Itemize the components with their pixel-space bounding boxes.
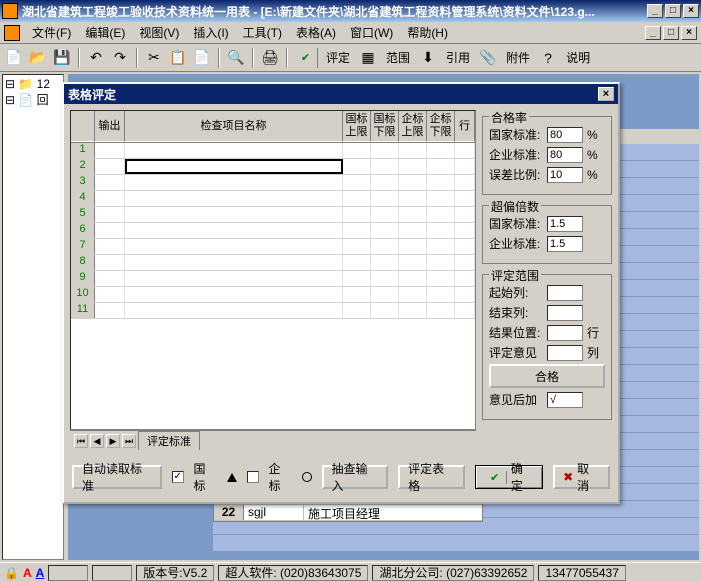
scope-op-input[interactable] [547,345,583,361]
group-passrate: 合格率 国家标准:% 企业标准:% 误差比例:% [482,116,612,195]
menubar: 文件(F) 编辑(E) 视图(V) 插入(I) 工具(T) 表格(A) 窗口(W… [0,22,701,44]
font-icon: A [36,566,45,580]
tb-pingding[interactable]: 评定 [322,49,354,66]
grid-row[interactable]: 10 [71,287,475,303]
status-company2: 湖北分公司: (027)63392652 [372,565,534,581]
find-icon[interactable]: 🔍 [226,48,246,68]
ok-button[interactable]: ✔确定 [475,465,543,489]
check-icon[interactable]: ✔ [294,48,318,68]
undo-icon[interactable]: ↶ [86,48,106,68]
dialog-footer: 自动读取标准 ✓ 国标 企标 抽查输入 评定表格 ✔确定 ✖取消 [64,456,618,502]
menu-file[interactable]: 文件(F) [26,22,77,43]
grid-header: 输出 检查项目名称 国标 上限 国标 下限 企标 上限 企标 下限 行 [71,111,475,143]
print-icon[interactable]: 🖨 [260,48,280,68]
auto-read-button[interactable]: 自动读取标准 [72,465,162,489]
statusbar: 🔒 A A 版本号:V5.2 超人软件: (020)83643075 湖北分公司… [0,562,701,582]
grid-row[interactable]: 8 [71,255,475,271]
menu-table[interactable]: 表格(A) [290,22,342,43]
nav-first-icon[interactable]: ⏮ [74,434,88,448]
menu-edit[interactable]: 编辑(E) [79,22,131,43]
triangle-icon [227,473,237,482]
hege-button[interactable]: 合格 [489,364,605,388]
quote-icon[interactable]: ⬇ [418,48,438,68]
evaluate-grid[interactable]: 输出 检查项目名称 国标 上限 国标 下限 企标 上限 企标 下限 行 1234… [70,110,476,430]
menu-insert[interactable]: 插入(I) [187,22,234,43]
lock-icon: 🔒 [4,566,19,580]
window-title: 湖北省建筑工程竣工验收技术资料统一用表 - [E:\新建文件夹\湖北省建筑工程资… [22,3,647,20]
attach-icon[interactable]: 📎 [478,48,498,68]
grid-row[interactable]: 9 [71,271,475,287]
tree-node[interactable]: ⊟ 📁 12 [5,77,61,91]
dialog-title: 表格评定 [68,86,116,103]
over-guo-input[interactable] [547,216,583,232]
grid-row[interactable]: 4 [71,191,475,207]
copy-icon[interactable]: 📋 [168,48,188,68]
scope-start-input[interactable] [547,285,583,301]
new-icon[interactable]: 📄 [4,48,24,68]
grid-row[interactable]: 6 [71,223,475,239]
tb-shuoming[interactable]: 说明 [562,49,594,66]
minimize-button[interactable]: _ [647,4,663,18]
help-icon[interactable]: ? [538,48,558,68]
save-icon[interactable]: 💾 [52,48,72,68]
font-icon: A [23,566,32,580]
redo-icon[interactable]: ↷ [110,48,130,68]
toolbar: 📄 📂 💾 ↶ ↷ ✂ 📋 📄 🔍 🖨 ✔ 评定 ▦ 范围 ⬇ 引用 📎 附件 … [0,44,701,72]
child-close-button[interactable]: × [681,26,697,40]
tree-node[interactable]: ⊟ 📄 回 [5,91,61,108]
qi-checkbox[interactable] [247,471,259,483]
dialog-close-button[interactable]: × [598,87,614,101]
scope-yj-input[interactable] [547,392,583,408]
scope-res-input[interactable] [547,325,583,341]
app-icon [2,3,18,19]
maximize-button[interactable]: □ [665,4,681,18]
pass-guo-input[interactable] [547,127,583,143]
tb-fanwei[interactable]: 范围 [382,49,414,66]
pass-qi-input[interactable] [547,147,583,163]
tb-yinyong[interactable]: 引用 [442,49,474,66]
tb-fujian[interactable]: 附件 [502,49,534,66]
scope-end-input[interactable] [547,305,583,321]
close-button[interactable]: × [683,4,699,18]
menu-help[interactable]: 帮助(H) [401,22,454,43]
menu-tool[interactable]: 工具(T) [237,22,288,43]
open-icon[interactable]: 📂 [28,48,48,68]
grid-row[interactable]: 3 [71,175,475,191]
grid-row[interactable]: 5 [71,207,475,223]
guo-checkbox[interactable]: ✓ [172,471,184,483]
table-row[interactable]: 22 sgjl 施工项目经理 [214,505,482,521]
tree-panel[interactable]: ⊟ 📁 12 ⊟ 📄 回 [2,74,64,560]
status-version: 版本号:V5.2 [136,565,214,581]
dialog-titlebar: 表格评定 × [64,84,618,104]
nav-next-icon[interactable]: ▶ [106,434,120,448]
cut-icon[interactable]: ✂ [144,48,164,68]
nav-last-icon[interactable]: ⏭ [122,434,136,448]
window-titlebar: 湖北省建筑工程竣工验收技术资料统一用表 - [E:\新建文件夹\湖北省建筑工程资… [0,0,701,22]
group-over: 超偏倍数 国家标准: 企业标准: [482,205,612,264]
pass-wu-input[interactable] [547,167,583,183]
grid-row[interactable]: 1 [71,143,475,159]
cancel-button[interactable]: ✖取消 [553,465,610,489]
group-scope: 评定范围 起始列: 结束列: 结果位置:行 评定意见列 合格 意见后加 [482,274,612,420]
paste-icon[interactable]: 📄 [192,48,212,68]
grid-row[interactable]: 7 [71,239,475,255]
dialog-table-evaluate: 表格评定 × 输出 检查项目名称 国标 上限 国标 下限 企标 上限 企标 下限… [62,82,620,504]
status-company1: 超人软件: (020)83643075 [218,565,368,581]
nav-prev-icon[interactable]: ◀ [90,434,104,448]
child-minimize-button[interactable]: _ [645,26,661,40]
ping-button[interactable]: 评定表格 [398,465,465,489]
range-icon[interactable]: ▦ [358,48,378,68]
grid-row[interactable]: 2 [71,159,475,175]
status-phone: 13477055437 [538,565,625,581]
grid-row[interactable]: 11 [71,303,475,319]
menu-window[interactable]: 窗口(W) [344,22,399,43]
tab-standard[interactable]: 评定标准 [138,431,200,450]
doc-icon [4,25,20,41]
over-qi-input[interactable] [547,236,583,252]
chou-button[interactable]: 抽查输入 [322,465,389,489]
grid-tabs: ⏮ ◀ ▶ ⏭ 评定标准 [70,430,476,450]
circle-icon [302,472,312,482]
child-maximize-button[interactable]: □ [663,26,679,40]
menu-view[interactable]: 视图(V) [133,22,185,43]
